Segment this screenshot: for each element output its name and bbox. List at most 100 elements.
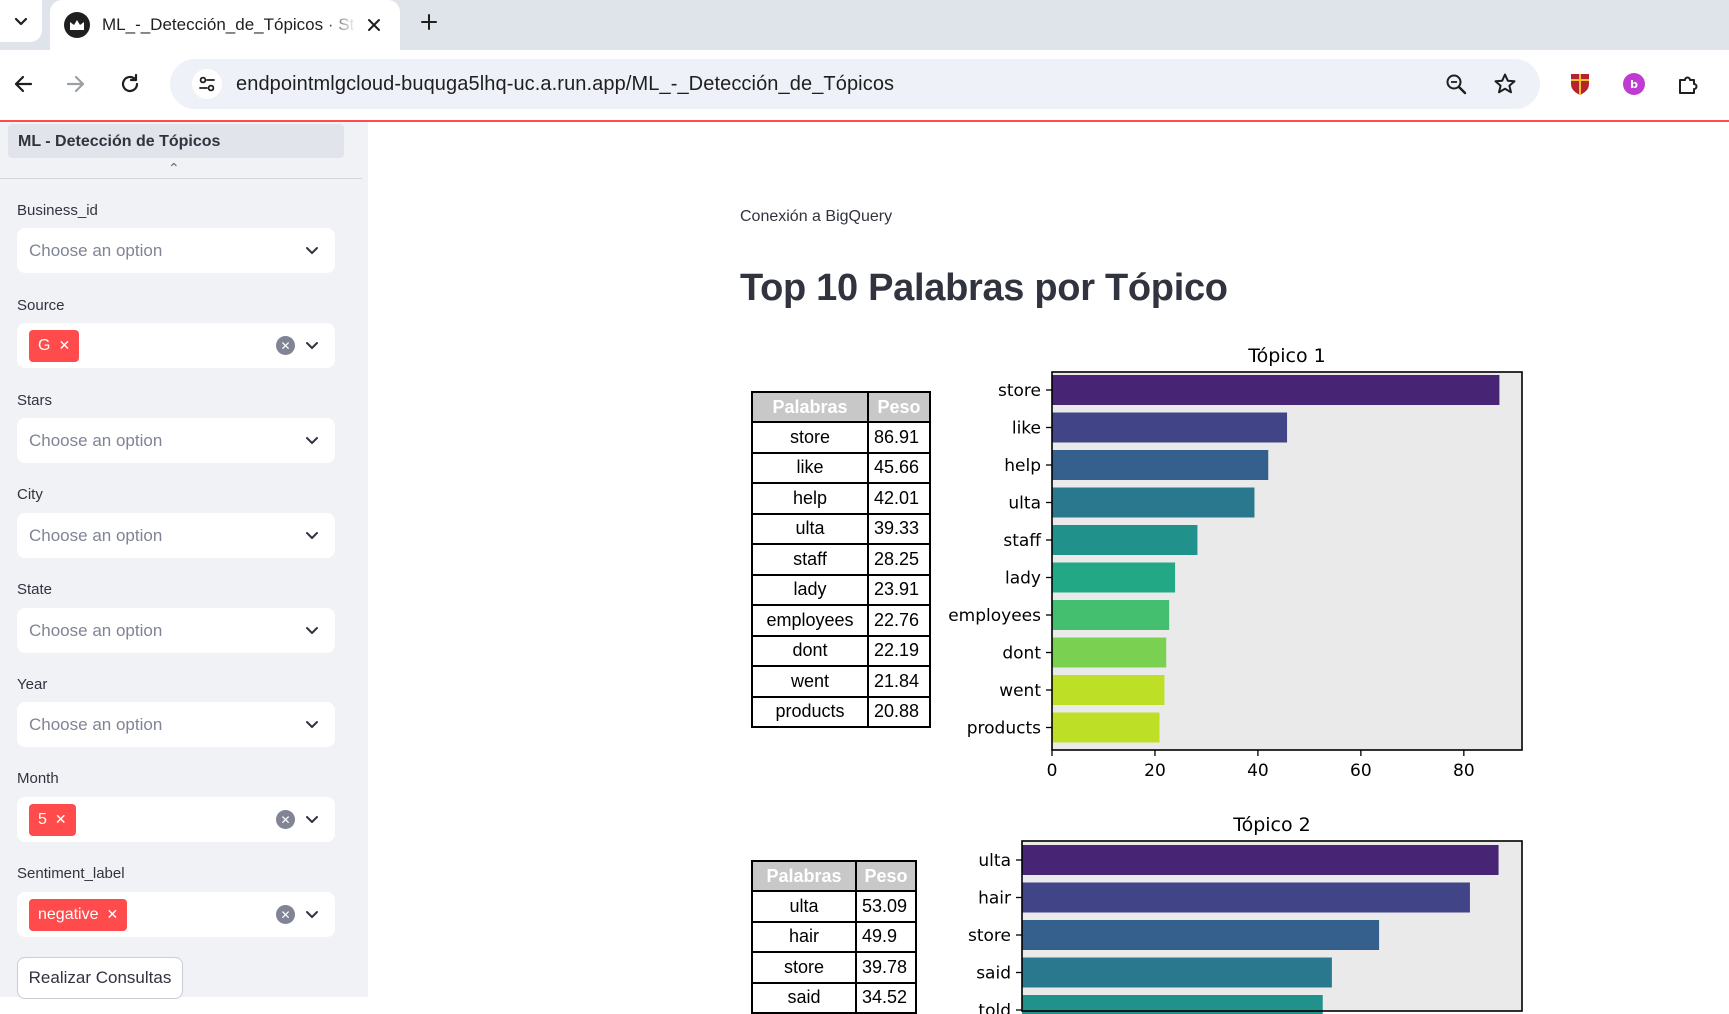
word-cell: store <box>751 951 857 984</box>
chevron-down-icon[interactable] <box>303 526 321 544</box>
weight-cell: 53.09 <box>855 890 917 923</box>
column-header-palabras: Palabras <box>751 860 857 892</box>
source-label: Source <box>17 297 65 314</box>
table-row: ulta 39.33 <box>751 512 931 545</box>
table-row: lady 23.91 <box>751 573 931 606</box>
close-tab-icon[interactable] <box>362 13 386 37</box>
browser-tab-active[interactable]: ML_-_Detección_de_Tópicos · St <box>50 0 400 50</box>
chip-label: 5 <box>38 810 47 828</box>
word-cell: dont <box>751 634 869 667</box>
month-select[interactable]: 5 ✕ ✕ <box>17 797 335 842</box>
y-tick-label: like <box>1012 419 1041 439</box>
x-tick-label: 20 <box>1144 761 1166 781</box>
weight-cell: 86.91 <box>867 421 931 454</box>
y-tick-label: told <box>978 1001 1011 1014</box>
weight-cell: 34.52 <box>855 981 917 1014</box>
topic-2-bar-chart: Tópico 2 ulta hair store said told <box>968 814 1523 1014</box>
table-row: ulta 53.09 <box>751 890 917 923</box>
clear-all-icon[interactable]: ✕ <box>276 336 295 355</box>
weight-cell: 21.84 <box>867 665 931 698</box>
weight-cell: 22.76 <box>867 604 931 637</box>
bar-help <box>1052 450 1269 480</box>
chart-title: Tópico 2 <box>1232 814 1311 836</box>
business-id-select[interactable]: Choose an option <box>17 228 335 273</box>
table-row: help 42.01 <box>751 482 931 515</box>
word-cell: ulta <box>751 890 857 923</box>
chevron-down-icon[interactable] <box>303 715 321 733</box>
chevron-down-icon[interactable] <box>303 431 321 449</box>
y-tick-label: store <box>968 926 1011 946</box>
forward-arrow-icon[interactable] <box>58 66 94 102</box>
topic-1-bar-chart: Tópico 1 store like help ulta staff lady employ… <box>948 345 1523 781</box>
state-placeholder: Choose an option <box>29 620 163 640</box>
business-id-label: Business_id <box>17 202 98 219</box>
shield-extension-icon[interactable] <box>1562 66 1598 102</box>
x-tick-label: 60 <box>1350 761 1372 781</box>
svg-text:b: b <box>1630 78 1638 91</box>
weight-cell: 49.9 <box>855 920 917 953</box>
year-select[interactable]: Choose an option <box>17 702 335 747</box>
city-select[interactable]: Choose an option <box>17 513 335 558</box>
chevron-down-icon[interactable] <box>303 810 321 828</box>
stars-select[interactable]: Choose an option <box>17 418 335 463</box>
zoom-icon[interactable] <box>1438 66 1474 102</box>
word-cell: said <box>751 981 857 1014</box>
bar-hair <box>1022 882 1470 913</box>
collapse-nav-icon[interactable]: ⌃ <box>168 160 180 177</box>
source-select[interactable]: G ✕ ✕ <box>17 323 335 368</box>
y-tick-label: said <box>976 964 1011 984</box>
sidebar-divider <box>0 178 362 179</box>
x-tick-label: 80 <box>1453 761 1475 781</box>
remove-chip-icon[interactable]: ✕ <box>58 337 70 354</box>
topic-1-table: Palabras Peso store 86.91 like 45.66 help 42.… <box>751 391 931 728</box>
clear-all-icon[interactable]: ✕ <box>276 810 295 829</box>
chevron-down-icon <box>14 17 28 26</box>
chevron-down-icon[interactable] <box>303 621 321 639</box>
table-row: hair 49.9 <box>751 920 917 953</box>
word-cell: lady <box>751 573 869 606</box>
selected-chip: G ✕ <box>29 329 80 362</box>
page-title: Top 10 Palabras por Tópico <box>740 267 1228 309</box>
extensions-puzzle-icon[interactable] <box>1670 66 1706 102</box>
x-tick-label: 40 <box>1247 761 1269 781</box>
y-tick-label: went <box>999 681 1041 701</box>
y-tick-label: lady <box>1005 569 1041 589</box>
y-tick-label: store <box>998 381 1041 401</box>
sidebar-page-link[interactable]: ML - Detección de Tópicos <box>8 124 344 158</box>
profile-extension-icon[interactable]: b <box>1616 66 1652 102</box>
bar-employees <box>1052 600 1170 630</box>
weight-cell: 23.91 <box>867 573 931 606</box>
bar-like <box>1052 412 1288 443</box>
bar-products <box>1052 712 1160 743</box>
chevron-down-icon[interactable] <box>303 241 321 259</box>
chevron-down-icon[interactable] <box>303 336 321 354</box>
bookmark-star-icon[interactable] <box>1487 66 1523 102</box>
bar-ulta <box>1052 487 1255 518</box>
reload-icon[interactable] <box>112 66 148 102</box>
remove-chip-icon[interactable]: ✕ <box>55 811 67 828</box>
word-cell: hair <box>751 920 857 953</box>
weight-cell: 39.78 <box>855 951 917 984</box>
year-placeholder: Choose an option <box>29 714 163 734</box>
sentiment-label-label: Sentiment_label <box>17 865 125 882</box>
browser-tab-strip: ML_-_Detección_de_Tópicos · St <box>0 0 1729 50</box>
weight-cell: 28.25 <box>867 543 931 576</box>
remove-chip-icon[interactable]: ✕ <box>107 906 119 923</box>
sentiment-label-select[interactable]: negative ✕ ✕ <box>17 892 335 937</box>
chevron-down-icon[interactable] <box>303 905 321 923</box>
clear-all-icon[interactable]: ✕ <box>276 905 295 924</box>
state-select[interactable]: Choose an option <box>17 608 335 653</box>
new-tab-plus-icon[interactable] <box>414 7 444 37</box>
site-settings-icon[interactable] <box>192 69 222 99</box>
state-label: State <box>17 581 53 598</box>
bar-lady <box>1052 562 1176 593</box>
word-cell: went <box>751 665 869 698</box>
x-tick-label: 0 <box>1047 761 1058 781</box>
tab-search-button[interactable] <box>0 0 42 42</box>
chart-title: Tópico 1 <box>1247 345 1326 367</box>
y-tick-label: staff <box>1003 531 1042 551</box>
address-bar[interactable]: endpointmlgcloud-buquga5lhq-uc.a.run.app… <box>170 59 1540 109</box>
back-arrow-icon[interactable] <box>5 66 41 102</box>
selected-chip: 5 ✕ <box>29 803 76 836</box>
realizar-consultas-button[interactable]: Realizar Consultas <box>17 957 183 999</box>
